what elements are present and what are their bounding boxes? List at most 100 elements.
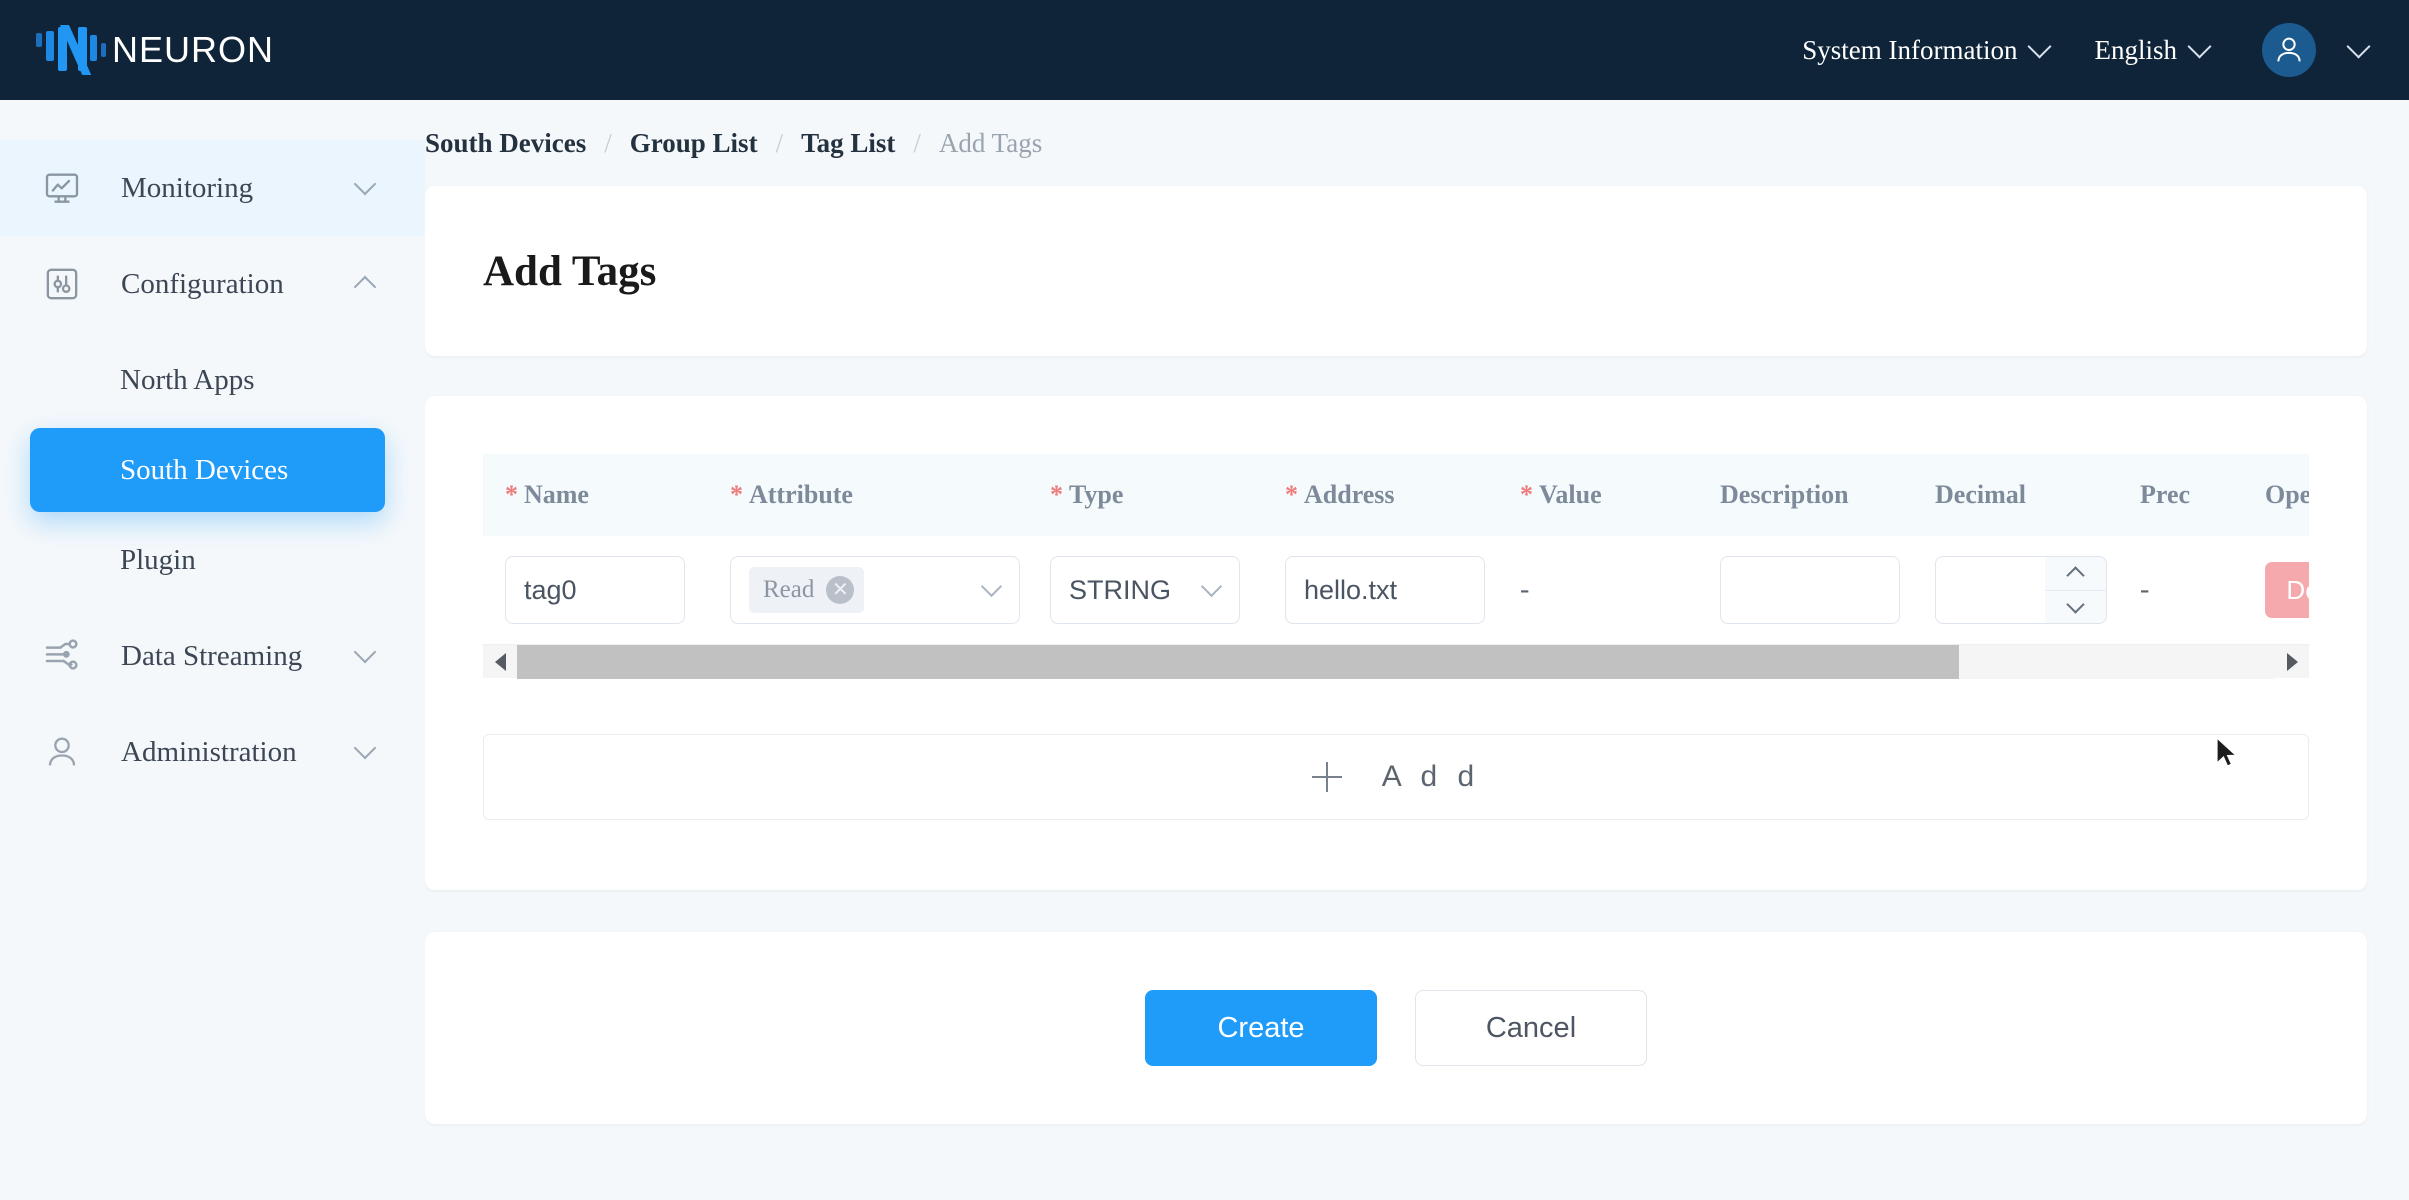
- table-header-row: * Name * Attribute * Type * Address * Value D…: [483, 454, 2309, 536]
- column-header-value: * Value: [1498, 454, 1698, 536]
- sidebar-group-data-streaming: Data Streaming: [0, 608, 425, 704]
- required-asterisk: *: [730, 480, 743, 509]
- avatar[interactable]: [2262, 23, 2316, 77]
- description-input[interactable]: [1720, 556, 1900, 624]
- cell-name: tag0: [483, 536, 708, 644]
- sidebar-item-south-devices[interactable]: South Devices: [30, 428, 385, 512]
- user-icon: [42, 732, 94, 772]
- tags-table-card: * Name * Attribute * Type * Address * Value D…: [425, 396, 2367, 890]
- close-icon[interactable]: ✕: [826, 576, 855, 604]
- column-header-precision: Prec: [2118, 454, 2243, 536]
- header-actions: System Information English: [1756, 23, 2409, 77]
- horizontal-scrollbar[interactable]: [483, 644, 2309, 679]
- page-title: Add Tags: [483, 247, 657, 295]
- table-row: tag0 Read ✕ STRING hello.txt - - D: [483, 536, 2309, 644]
- cancel-button[interactable]: Cancel: [1415, 990, 1647, 1066]
- type-select[interactable]: STRING: [1050, 556, 1240, 624]
- chevron-down-icon: [1200, 575, 1223, 597]
- cell-value: -: [1498, 536, 1698, 644]
- delete-button[interactable]: Delete: [2265, 562, 2309, 618]
- scroll-left-arrow-icon[interactable]: [483, 652, 517, 671]
- sidebar-group-monitoring: Monitoring: [0, 140, 425, 236]
- mouse-cursor-icon: [2216, 737, 2238, 767]
- attribute-chip-label: Read: [763, 576, 815, 603]
- column-header-description: Description: [1698, 454, 1913, 536]
- required-asterisk: *: [1050, 480, 1063, 509]
- cell-type: STRING: [1028, 536, 1263, 644]
- sidebar-item-administration[interactable]: Administration: [0, 704, 425, 800]
- stepper-up-button[interactable]: [2045, 557, 2106, 591]
- cell-attribute: Read ✕: [708, 536, 1028, 644]
- neuron-logo-icon: [34, 25, 106, 75]
- column-header-type: * Type: [1028, 454, 1263, 536]
- circuit-icon: [42, 636, 94, 676]
- sidebar-item-north-apps[interactable]: North Apps: [0, 332, 425, 428]
- breadcrumb-separator: /: [604, 127, 612, 158]
- language-label: English: [2094, 34, 2177, 65]
- brand-logo[interactable]: NEURON: [0, 25, 274, 75]
- breadcrumb-item-group-list[interactable]: Group List: [630, 128, 758, 159]
- breadcrumb: South Devices / Group List / Tag List / …: [425, 100, 2367, 186]
- tags-table-wrap: * Name * Attribute * Type * Address * Value D…: [483, 454, 2309, 679]
- cell-address: hello.txt: [1263, 536, 1498, 644]
- attribute-select[interactable]: Read ✕: [730, 556, 1020, 624]
- sidebar-item-configuration[interactable]: Configuration: [0, 236, 425, 332]
- brand-name: NEURON: [112, 29, 275, 70]
- chevron-down-icon: [2346, 34, 2371, 59]
- main-content: South Devices / Group List / Tag List / …: [425, 100, 2409, 1200]
- type-select-value: STRING: [1069, 574, 1172, 605]
- sidebar-item-plugin[interactable]: Plugin: [0, 512, 425, 608]
- chevron-up-icon: [2066, 566, 2085, 585]
- chevron-down-icon: [2187, 34, 2212, 59]
- cell-operate: Delete: [2243, 536, 2309, 644]
- breadcrumb-item-south-devices[interactable]: South Devices: [425, 128, 586, 159]
- decimal-stepper[interactable]: [1935, 556, 2118, 624]
- breadcrumb-separator: /: [913, 127, 921, 158]
- chevron-down-icon: [353, 736, 377, 760]
- system-information-menu[interactable]: System Information: [1802, 34, 2053, 66]
- sidebar-item-label: Configuration: [121, 267, 284, 300]
- top-header-bar: NEURON System Information English: [0, 0, 2409, 100]
- breadcrumb-item-add-tags: Add Tags: [938, 127, 1043, 158]
- add-tag-row-button[interactable]: A d d: [483, 734, 2309, 820]
- name-input[interactable]: tag0: [505, 556, 685, 624]
- sidebar: Monitoring Configuration North Apps Sout…: [0, 100, 425, 1200]
- scroll-right-arrow-icon[interactable]: [2275, 652, 2309, 671]
- name-input-value: tag0: [524, 574, 577, 605]
- sidebar-item-monitoring[interactable]: Monitoring: [0, 140, 425, 236]
- user-menu[interactable]: [2346, 34, 2371, 59]
- decimal-input[interactable]: [1935, 556, 2045, 624]
- language-menu[interactable]: English: [2094, 34, 2212, 66]
- scrollbar-thumb[interactable]: [517, 644, 1959, 679]
- tags-table-scroll-area: * Name * Attribute * Type * Address * Value D…: [483, 454, 2309, 644]
- create-button[interactable]: Create: [1145, 990, 1377, 1066]
- sidebar-item-data-streaming[interactable]: Data Streaming: [0, 608, 425, 704]
- sidebar-item-label: Administration: [121, 735, 297, 768]
- required-asterisk: *: [1520, 480, 1533, 509]
- plus-icon: [1311, 762, 1342, 792]
- form-actions-card: Create Cancel: [425, 932, 2367, 1124]
- column-header-operate: Operate: [2243, 454, 2309, 536]
- sidebar-subitem-label: North Apps: [120, 363, 255, 396]
- sidebar-item-label: Monitoring: [121, 171, 254, 204]
- breadcrumb-item-tag-list[interactable]: Tag List: [801, 128, 895, 159]
- chevron-down-icon: [353, 172, 377, 196]
- scrollbar-track[interactable]: [517, 644, 2275, 679]
- stepper-down-button[interactable]: [2045, 591, 2106, 624]
- cell-description: [1698, 536, 1913, 644]
- chevron-down-icon: [353, 640, 377, 664]
- main-layout: Monitoring Configuration North Apps Sout…: [0, 100, 2409, 1200]
- chevron-down-icon: [2027, 34, 2053, 59]
- sidebar-group-configuration: Configuration North Apps South Devices P…: [0, 236, 425, 608]
- attribute-chip-read[interactable]: Read ✕: [749, 567, 865, 613]
- cell-precision: -: [2118, 536, 2243, 644]
- tags-table: * Name * Attribute * Type * Address * Value D…: [483, 454, 2309, 644]
- column-header-address: * Address: [1263, 454, 1498, 536]
- page-title-card: Add Tags: [425, 186, 2367, 356]
- sidebar-group-administration: Administration: [0, 704, 425, 800]
- column-header-decimal: Decimal: [1913, 454, 2118, 536]
- chevron-down-icon: [2066, 595, 2085, 614]
- address-input[interactable]: hello.txt: [1285, 556, 1485, 624]
- sidebar-item-label: Data Streaming: [121, 639, 303, 672]
- decimal-spinner[interactable]: [2045, 556, 2107, 624]
